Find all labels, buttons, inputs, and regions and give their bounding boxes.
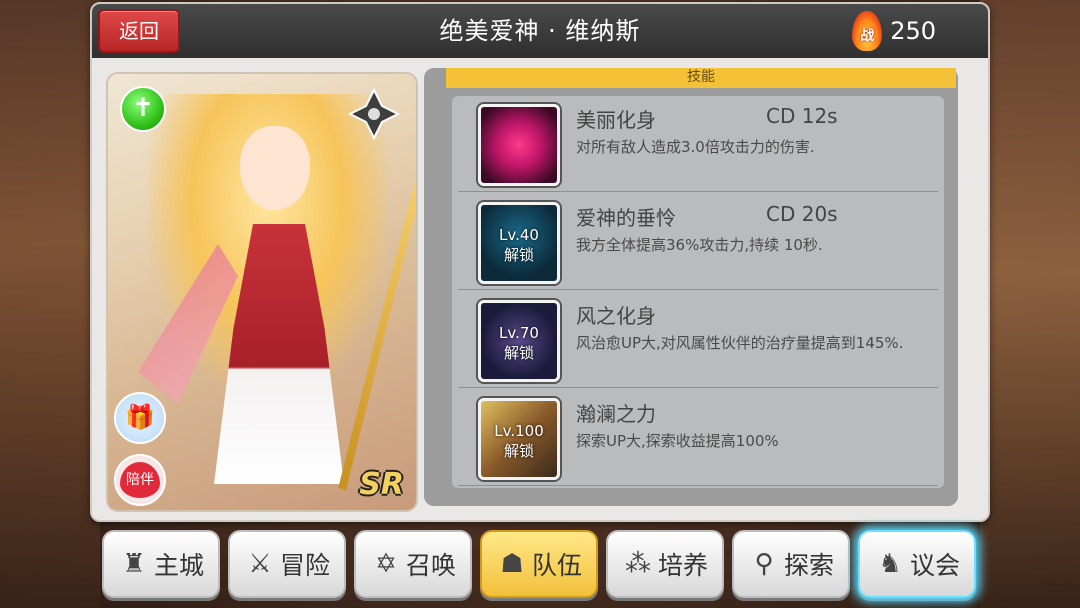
title-bar: 返回 绝美爱神 · 维纳斯 战 250: [92, 4, 988, 58]
nav-team[interactable]: ☗ 队伍: [480, 530, 598, 598]
skill-description: 探索UP大,探索收益提高100%: [576, 432, 779, 450]
accompany-button[interactable]: 陪伴: [114, 454, 166, 506]
character-detail-panel: 返回 绝美爱神 · 维纳斯 战 250 ✝ 🎁 陪伴 SR 技能 美丽化身 CD…: [90, 2, 990, 522]
gift-icon[interactable]: 🎁: [114, 392, 166, 444]
explore-icon: ⚲: [754, 549, 774, 579]
crossed-swords-icon: ⚔: [248, 549, 272, 579]
bottom-nav: ♜ 主城 ⚔ 冒险 ✡ 召唤 ☗ 队伍 ⁂ 培养 ⚲ 探索 ♞ 议会: [100, 528, 980, 602]
skill-name: 爱神的垂怜: [576, 206, 676, 230]
skills-tab: 技能: [446, 68, 956, 88]
unlock-label: 解锁: [503, 246, 534, 264]
element-cross-icon: ✝: [120, 86, 166, 132]
unlock-label: 解锁: [503, 442, 534, 460]
nav-summon[interactable]: ✡ 召唤: [354, 530, 472, 598]
skill-cooldown: CD 12s: [766, 104, 838, 128]
skill-icon-locked[interactable]: Lv.100 解锁: [478, 398, 560, 480]
summon-circle-icon: ✡: [375, 549, 397, 579]
nav-cultivate[interactable]: ⁂ 培养: [606, 530, 724, 598]
character-portrait: [240, 126, 310, 210]
cultivate-icon: ⁂: [624, 549, 651, 579]
skill-description: 我方全体提高36%攻击力,持续 10秒.: [576, 236, 823, 254]
skill-row[interactable]: 美丽化身 CD 12s 对所有敌人造成3.0倍攻击力的伤害.: [458, 96, 938, 192]
skill-row[interactable]: Lv.40 解锁 爱神的垂怜 CD 20s 我方全体提高36%攻击力,持续 10…: [458, 194, 938, 290]
unlock-level: Lv.40: [499, 226, 539, 244]
nav-explore[interactable]: ⚲ 探索: [732, 530, 850, 598]
nav-council[interactable]: ♞ 议会: [858, 530, 976, 598]
council-icon: ♞: [878, 549, 902, 579]
skill-name: 风之化身: [576, 304, 656, 328]
unlock-level: Lv.100: [494, 422, 544, 440]
skill-icon-locked[interactable]: Lv.70 解锁: [478, 300, 560, 382]
background-right: [980, 0, 1080, 608]
skill-description: 风治愈UP大,对风属性伙伴的治疗量提高到145%.: [576, 334, 904, 352]
class-icon: [346, 86, 402, 142]
power-value: 250: [890, 17, 936, 45]
unlock-level: Lv.70: [499, 324, 539, 342]
skill-cooldown: CD 20s: [766, 202, 838, 226]
skill-name: 瀚澜之力: [576, 402, 656, 426]
accompany-label: 陪伴: [120, 462, 160, 498]
skill-description: 对所有敌人造成3.0倍攻击力的伤害.: [576, 138, 815, 156]
nav-adventure[interactable]: ⚔ 冒险: [228, 530, 346, 598]
skill-row[interactable]: Lv.100 解锁 瀚澜之力 探索UP大,探索收益提高100%: [458, 390, 938, 486]
skill-name: 美丽化身: [576, 108, 656, 132]
skills-panel: 技能 美丽化身 CD 12s 对所有敌人造成3.0倍攻击力的伤害. Lv.40 …: [424, 68, 958, 506]
skill-row[interactable]: Lv.70 解锁 风之化身 风治愈UP大,对风属性伙伴的治疗量提高到145%.: [458, 292, 938, 388]
flame-icon: 战: [850, 11, 884, 51]
skill-icon-locked[interactable]: Lv.40 解锁: [478, 202, 560, 284]
nav-main-city[interactable]: ♜ 主城: [102, 530, 220, 598]
team-icon: ☗: [500, 549, 524, 579]
background-left: [0, 0, 100, 608]
combat-power: 战 250: [850, 10, 936, 52]
skills-list[interactable]: 美丽化身 CD 12s 对所有敌人造成3.0倍攻击力的伤害. Lv.40 解锁 …: [452, 96, 944, 488]
rarity-badge: SR: [359, 467, 404, 502]
skill-icon-beauty[interactable]: [478, 104, 560, 186]
unlock-label: 解锁: [503, 344, 534, 362]
castle-icon: ♜: [122, 549, 146, 579]
character-portrait-card: ✝ 🎁 陪伴 SR: [106, 72, 418, 512]
power-badge-label: 战: [860, 28, 875, 44]
